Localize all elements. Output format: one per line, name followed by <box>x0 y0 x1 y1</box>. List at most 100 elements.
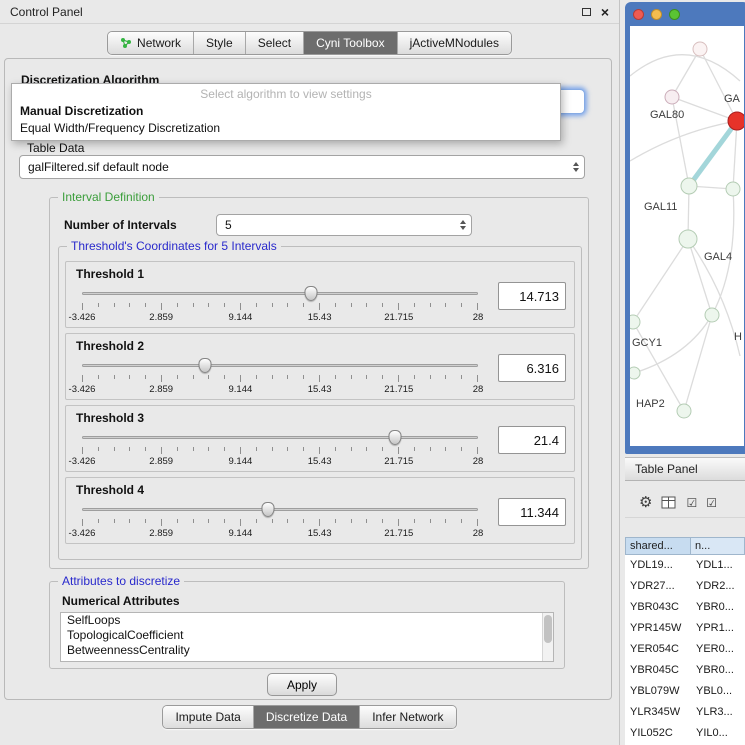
cell-name[interactable]: YIL0... <box>691 723 745 744</box>
network-node[interactable] <box>679 230 697 248</box>
gear-icon[interactable]: ⚙ <box>639 495 652 510</box>
network-edge[interactable] <box>733 121 737 189</box>
cell-shared-name[interactable]: YDL19... <box>625 555 691 576</box>
table-row[interactable]: YDR27...YDR2... <box>625 576 745 597</box>
network-node[interactable] <box>677 404 691 418</box>
network-edge[interactable] <box>684 315 712 411</box>
dropdown-option-equal-width[interactable]: Equal Width/Frequency Discretization <box>12 120 560 137</box>
cell-name[interactable]: YDL1... <box>691 555 745 576</box>
list-scrollbar[interactable] <box>542 613 553 661</box>
table-data-select[interactable]: galFiltered.sif default node <box>19 155 585 179</box>
column-header-name[interactable]: n... <box>691 537 745 555</box>
close-icon[interactable]: × <box>601 5 609 19</box>
apply-button[interactable]: Apply <box>267 673 337 696</box>
table-row[interactable]: YPR145WYPR1... <box>625 618 745 639</box>
zoom-window-button[interactable] <box>669 9 680 20</box>
threshold-3-value[interactable]: 21.4 <box>498 426 566 454</box>
table-row[interactable]: YBR045CYBR0... <box>625 660 745 681</box>
list-item[interactable]: SelfLoops <box>61 613 553 628</box>
threshold-1-value[interactable]: 14.713 <box>498 282 566 310</box>
tab-discretize-data[interactable]: Discretize Data <box>253 706 359 728</box>
tab-style[interactable]: Style <box>193 32 245 54</box>
threshold-4-value[interactable]: 11.344 <box>498 498 566 526</box>
cell-shared-name[interactable]: YBR045C <box>625 660 691 681</box>
cell-name[interactable]: YBR0... <box>691 597 745 618</box>
table-row[interactable]: YIL052CYIL0... <box>625 723 745 744</box>
cell-name[interactable]: YPR1... <box>691 618 745 639</box>
tab-impute-data[interactable]: Impute Data <box>163 706 252 728</box>
network-node[interactable] <box>665 90 679 104</box>
network-node[interactable] <box>693 42 707 56</box>
list-item[interactable]: TopologicalCoefficient <box>61 628 553 643</box>
number-of-intervals-select[interactable]: 5 <box>216 214 472 236</box>
slider-thumb[interactable] <box>262 502 275 517</box>
tab-label: Cyni Toolbox <box>316 36 384 50</box>
numerical-attributes-list[interactable]: SelfLoopsTopologicalCoefficientBetweenne… <box>60 612 554 662</box>
table-row[interactable]: YLR345WYLR3... <box>625 702 745 723</box>
cell-shared-name[interactable]: YER054C <box>625 639 691 660</box>
tick-label: 28 <box>473 312 484 323</box>
bottom-tab-segment: Impute Data Discretize Data Infer Networ… <box>162 705 456 729</box>
column-header-shared-name[interactable]: shared... <box>625 537 691 555</box>
slider-thumb[interactable] <box>304 286 317 301</box>
slider-scale: -3.4262.8599.14415.4321.71528 <box>82 456 478 468</box>
interval-definition-group: Interval Definition Number of Intervals … <box>49 197 589 569</box>
slider-track[interactable] <box>82 508 478 511</box>
threshold-4-label: Threshold 4 <box>76 483 144 497</box>
scrollbar-thumb[interactable] <box>544 615 552 643</box>
cell-shared-name[interactable]: YLR345W <box>625 702 691 723</box>
network-node[interactable] <box>630 367 640 379</box>
network-node[interactable] <box>681 178 697 194</box>
table-row[interactable]: YDL19...YDL1... <box>625 555 745 576</box>
slider-track[interactable] <box>82 364 478 367</box>
list-item[interactable]: BetweennessCentrality <box>61 643 553 658</box>
network-edge[interactable] <box>633 239 688 322</box>
float-window-icon[interactable] <box>582 8 591 16</box>
network-node[interactable] <box>630 315 640 329</box>
combo-arrows-icon <box>573 162 579 172</box>
columns-icon[interactable] <box>661 496 677 510</box>
node-table-body: YDL19...YDL1...YDR27...YDR2...YBR043CYBR… <box>625 555 745 744</box>
network-node[interactable] <box>728 112 744 130</box>
network-node[interactable] <box>705 308 719 322</box>
tick-label: 2.859 <box>149 312 173 323</box>
cell-name[interactable]: YLR3... <box>691 702 745 723</box>
slider-thumb[interactable] <box>388 430 401 445</box>
cell-name[interactable]: YBR0... <box>691 660 745 681</box>
threshold-2-value[interactable]: 6.316 <box>498 354 566 382</box>
slider-track[interactable] <box>82 436 478 439</box>
tab-jactivemnodules[interactable]: jActiveMNodules <box>397 32 511 54</box>
slider-track[interactable] <box>82 292 478 295</box>
slider-thumb[interactable] <box>198 358 211 373</box>
close-window-button[interactable] <box>633 9 644 20</box>
slider-ticks <box>82 303 478 310</box>
tab-network[interactable]: Network <box>108 32 193 54</box>
node-label: GAL11 <box>644 201 677 213</box>
network-node[interactable] <box>726 182 740 196</box>
cell-shared-name[interactable]: YBL079W <box>625 681 691 702</box>
tab-label: Discretize Data <box>266 710 347 724</box>
cell-name[interactable]: YDR2... <box>691 576 745 597</box>
cell-name[interactable]: YBL0... <box>691 681 745 702</box>
network-edge[interactable] <box>672 49 700 97</box>
tab-cyni-toolbox[interactable]: Cyni Toolbox <box>303 32 396 54</box>
tab-label: Infer Network <box>372 710 443 724</box>
tick-label: 21.715 <box>384 456 413 467</box>
cell-shared-name[interactable]: YBR043C <box>625 597 691 618</box>
cell-shared-name[interactable]: YDR27... <box>625 576 691 597</box>
table-row[interactable]: YBL079WYBL0... <box>625 681 745 702</box>
dropdown-option-manual-discretization[interactable]: Manual Discretization <box>12 103 560 120</box>
select-all-icon[interactable]: ☑ <box>686 497 697 509</box>
network-edge[interactable] <box>630 55 740 81</box>
select-column-icon[interactable]: ☑ <box>706 497 717 509</box>
cell-name[interactable]: YER0... <box>691 639 745 660</box>
tab-select[interactable]: Select <box>245 32 303 54</box>
network-canvas[interactable]: GAL80GAGAL11GAL4GCY1HHAP2 <box>630 26 744 446</box>
network-edge[interactable] <box>700 49 737 121</box>
table-row[interactable]: YBR043CYBR0... <box>625 597 745 618</box>
table-row[interactable]: YER054CYER0... <box>625 639 745 660</box>
minimize-window-button[interactable] <box>651 9 662 20</box>
cell-shared-name[interactable]: YIL052C <box>625 723 691 744</box>
cell-shared-name[interactable]: YPR145W <box>625 618 691 639</box>
tab-infer-network[interactable]: Infer Network <box>359 706 455 728</box>
